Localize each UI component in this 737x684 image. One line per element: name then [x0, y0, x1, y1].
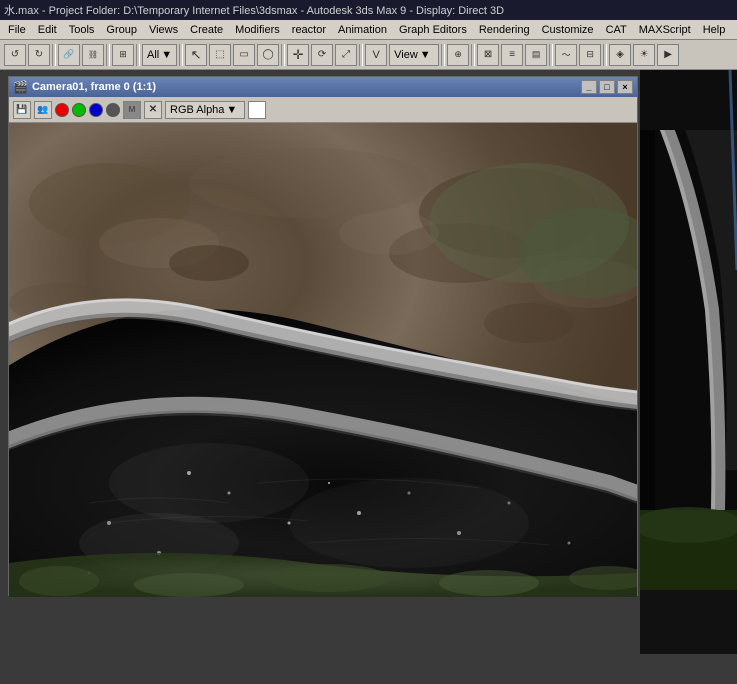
- red-channel-dot[interactable]: [55, 103, 69, 117]
- viewport-titlebar: 🎬 Camera01, frame 0 (1:1) _ □ ×: [9, 77, 637, 97]
- background-color-swatch[interactable]: [248, 101, 266, 119]
- title-bar: 水.max - Project Folder: D:\Temporary Int…: [0, 0, 737, 20]
- separator-3: [136, 44, 140, 66]
- select-by-name-button[interactable]: ⬚: [209, 44, 231, 66]
- select-object-button[interactable]: ↖: [185, 44, 207, 66]
- menu-create[interactable]: Create: [184, 22, 229, 38]
- separator-8: [471, 44, 475, 66]
- mirror-button[interactable]: ⊠: [477, 44, 499, 66]
- menu-cat[interactable]: CAT: [600, 22, 633, 38]
- quick-render-button[interactable]: ▶: [657, 44, 679, 66]
- main-toolbar: ↺ ↻ 🔗 ⛓ ⊞ All ▼ ↖ ⬚ ▭ ◯ ✛ ⟳ ⤢ V View ▼ ⊕…: [0, 40, 737, 70]
- select-scale-button[interactable]: ⤢: [335, 44, 357, 66]
- select-link-button[interactable]: 🔗: [58, 44, 80, 66]
- separator-4: [179, 44, 183, 66]
- rectangular-select-button[interactable]: ▭: [233, 44, 255, 66]
- viewport-restore-button[interactable]: □: [599, 80, 615, 94]
- unlink-button[interactable]: ⛓: [82, 44, 104, 66]
- menu-rendering[interactable]: Rendering: [473, 22, 536, 38]
- right-viewport-panel: [640, 70, 737, 654]
- menu-group[interactable]: Group: [100, 22, 143, 38]
- menu-modifiers[interactable]: Modifiers: [229, 22, 286, 38]
- layer-manager-button[interactable]: ▤: [525, 44, 547, 66]
- select-move-button[interactable]: ✛: [287, 44, 309, 66]
- viewport-close-button[interactable]: ×: [617, 80, 633, 94]
- pivot-button[interactable]: ⊕: [447, 44, 469, 66]
- selection-filter-dropdown[interactable]: All ▼: [142, 44, 177, 66]
- separator-1: [52, 44, 56, 66]
- schematic-view-button[interactable]: ⊟: [579, 44, 601, 66]
- menu-edit[interactable]: Edit: [32, 22, 63, 38]
- title-text: 水.max - Project Folder: D:\Temporary Int…: [4, 2, 504, 18]
- alpha-channel-dot[interactable]: [106, 103, 120, 117]
- right-panel-content: [640, 70, 737, 654]
- menu-reactor[interactable]: reactor: [286, 22, 332, 38]
- clone-button[interactable]: 👥: [34, 101, 52, 119]
- viewport-app-icon: 🎬: [13, 80, 28, 94]
- menu-graph-editors[interactable]: Graph Editors: [393, 22, 473, 38]
- monochrome-button[interactable]: M: [123, 101, 141, 119]
- menu-customize[interactable]: Customize: [536, 22, 600, 38]
- reference-coord-button[interactable]: V: [365, 44, 387, 66]
- channel-arrow: ▼: [226, 104, 237, 116]
- separator-2: [106, 44, 110, 66]
- viewport-content[interactable]: [9, 123, 637, 597]
- menu-help[interactable]: Help: [697, 22, 732, 38]
- redo-button[interactable]: ↻: [28, 44, 50, 66]
- undo-button[interactable]: ↺: [4, 44, 26, 66]
- bind-space-warp[interactable]: ⊞: [112, 44, 134, 66]
- channel-label: RGB Alpha: [170, 104, 224, 116]
- save-image-button[interactable]: 💾: [13, 101, 31, 119]
- align-button[interactable]: ≡: [501, 44, 523, 66]
- menu-bar: File Edit Tools Group Views Create Modif…: [0, 20, 737, 40]
- channel-dropdown[interactable]: RGB Alpha ▼: [165, 101, 245, 119]
- menu-file[interactable]: File: [2, 22, 32, 38]
- menu-tools[interactable]: Tools: [63, 22, 101, 38]
- viewport-minimize-button[interactable]: _: [581, 80, 597, 94]
- menu-animation[interactable]: Animation: [332, 22, 393, 38]
- select-rotate-button[interactable]: ⟳: [311, 44, 333, 66]
- view-dropdown[interactable]: View ▼: [389, 44, 439, 66]
- viewport-window: 🎬 Camera01, frame 0 (1:1) _ □ × 💾 👥 M ✕ …: [8, 76, 638, 596]
- circular-select-button[interactable]: ◯: [257, 44, 279, 66]
- clear-button[interactable]: ✕: [144, 101, 162, 119]
- menu-views[interactable]: Views: [143, 22, 184, 38]
- main-area: 🎬 Camera01, frame 0 (1:1) _ □ × 💾 👥 M ✕ …: [0, 70, 737, 654]
- separator-7: [441, 44, 445, 66]
- menu-maxscript[interactable]: MAXScript: [633, 22, 697, 38]
- viewport-titlebar-buttons: _ □ ×: [581, 80, 633, 94]
- separator-6: [359, 44, 363, 66]
- curve-editor-button[interactable]: 〜: [555, 44, 577, 66]
- separator-5: [281, 44, 285, 66]
- render-scene-button[interactable]: ☀: [633, 44, 655, 66]
- viewport-title: Camera01, frame 0 (1:1): [32, 81, 156, 93]
- separator-9: [549, 44, 553, 66]
- separator-10: [603, 44, 607, 66]
- blue-channel-dot[interactable]: [89, 103, 103, 117]
- viewport-toolbar: 💾 👥 M ✕ RGB Alpha ▼: [9, 97, 637, 123]
- material-editor-button[interactable]: ◈: [609, 44, 631, 66]
- green-channel-dot[interactable]: [72, 103, 86, 117]
